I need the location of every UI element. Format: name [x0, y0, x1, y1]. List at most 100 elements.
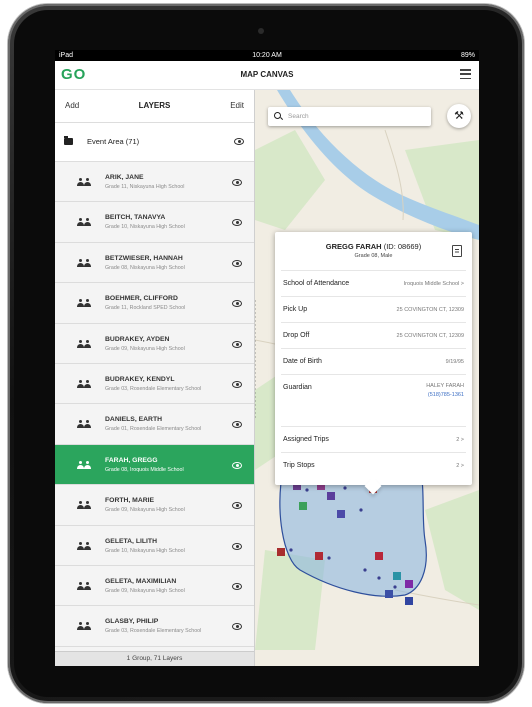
- student-layer-row[interactable]: BETZWIESER, HANNAH Grade 08, Niskayuna Hi…: [55, 242, 254, 284]
- trip-stops-row[interactable]: Trip Stops 2 >: [281, 452, 466, 479]
- dob-label: Date of Birth: [283, 358, 322, 365]
- student-layer-row[interactable]: FORTH, MARIE Grade 09, Niskayuna High Sch…: [55, 485, 254, 526]
- student-layer-row[interactable]: GLASBY, PHILIP Grade 03, Rosendale Elemen…: [55, 606, 254, 647]
- search-input[interactable]: Search: [288, 113, 309, 120]
- group-people-icon: [77, 622, 91, 631]
- visibility-eye-icon[interactable]: [232, 502, 242, 510]
- folder-icon: [64, 136, 73, 145]
- student-row-detail: Grade 01, Rosendale Elementary School: [105, 426, 202, 433]
- map-view[interactable]: Search ⚒ GREGG FARAH (ID: 08669) Grade 0…: [255, 90, 479, 666]
- group-people-icon: [77, 299, 91, 308]
- page-title: MAP CANVAS: [240, 70, 294, 79]
- assigned-trips-label: Assigned Trips: [283, 436, 329, 443]
- group-people-icon: [77, 460, 91, 469]
- visibility-eye-icon[interactable]: [232, 179, 242, 186]
- event-area-label: Event Area (71): [87, 137, 140, 146]
- document-icon[interactable]: [452, 245, 462, 257]
- group-people-icon: [77, 218, 91, 227]
- guardian-name: HALEY FARAH: [426, 383, 464, 389]
- student-row-detail: Grade 11, Rockland SPED School: [105, 305, 186, 312]
- school-label: School of Attendance: [283, 280, 350, 287]
- group-people-icon: [77, 541, 91, 550]
- assigned-trips-value: 2 >: [456, 437, 464, 443]
- student-row-detail: Grade 03, Rosendale Elementary School: [105, 628, 202, 635]
- hamburger-menu-icon[interactable]: [460, 69, 471, 80]
- student-row-detail: Grade 08, Iroquois Middle School: [105, 466, 184, 473]
- app-header: GO MAP CANVAS: [55, 61, 479, 90]
- app-screen: iPad 10:20 AM 89% GO MAP CANVAS Add LAYE…: [55, 50, 479, 666]
- dropoff-value: 25 COVINGTON CT, 12309: [396, 333, 464, 339]
- student-layer-row[interactable]: BOEHMER, CLIFFORD Grade 11, Rockland SPED…: [55, 283, 254, 324]
- visibility-eye-icon[interactable]: [234, 138, 244, 145]
- trip-stops-label: Trip Stops: [283, 462, 315, 469]
- search-bar[interactable]: Search: [268, 107, 431, 126]
- layers-header: Add LAYERS Edit: [55, 90, 254, 123]
- layers-title: LAYERS: [138, 101, 171, 110]
- pickup-value: 25 COVINGTON CT, 12309: [396, 307, 464, 313]
- student-layer-row[interactable]: ARIK, JANE Grade 11, Niskayuna High Schoo…: [55, 162, 254, 203]
- student-row-detail: Grade 09, Niskayuna High School: [105, 345, 185, 352]
- student-layer-row[interactable]: BEITCH, TANAVYA Grade 10, Niskayuna High …: [55, 202, 254, 243]
- student-row-name: FORTH, MARIE: [105, 497, 155, 505]
- student-card-title: GREGG FARAH (ID: 08669): [275, 242, 472, 251]
- group-people-icon: [77, 581, 91, 590]
- dropoff-row: Drop Off 25 COVINGTON CT, 12309: [281, 322, 466, 349]
- event-area-row[interactable]: Event Area (71): [55, 123, 254, 162]
- visibility-eye-icon[interactable]: [232, 623, 242, 631]
- camera-dot: [258, 28, 264, 34]
- student-row-detail: Grade 11, Niskayuna High School: [105, 184, 185, 190]
- group-people-icon: [77, 501, 91, 510]
- group-people-icon: [77, 379, 91, 388]
- status-bar: iPad 10:20 AM 89%: [55, 50, 479, 61]
- student-layer-row[interactable]: BUDRAKEY, AYDEN Grade 09, Niskayuna High …: [55, 323, 254, 364]
- student-row-name: FARAH, GREGG: [105, 456, 158, 464]
- student-name: GREGG FARAH: [325, 242, 382, 251]
- student-row-name: BUDRAKEY, AYDEN: [105, 335, 170, 343]
- visibility-eye-icon[interactable]: [232, 582, 242, 590]
- student-grade: Grade 08, Male: [354, 253, 393, 259]
- student-layer-list: ARIK, JANE Grade 11, Niskayuna High Schoo…: [55, 162, 254, 666]
- clock: 10:20 AM: [252, 52, 282, 59]
- guardian-label: Guardian: [283, 384, 312, 391]
- visibility-eye-icon[interactable]: [232, 219, 242, 227]
- visibility-eye-icon[interactable]: [232, 542, 242, 550]
- student-layer-row[interactable]: DANIELS, EARTH Grade 01, Rosendale Elemen…: [55, 404, 254, 445]
- student-row-name: BEITCH, TANAVYA: [105, 214, 166, 222]
- student-row-detail: Grade 10, Niskayuna High School: [105, 547, 185, 554]
- school-value: Iroquois Middle School >: [403, 281, 464, 287]
- student-row-detail: Grade 08, Niskayuna High School: [105, 264, 185, 271]
- student-row-name: GELETA, MAXIMILIAN: [105, 577, 177, 585]
- student-row-name: BETZWIESER, HANNAH: [105, 254, 183, 262]
- visibility-eye-icon[interactable]: [232, 300, 242, 308]
- trip-stops-value: 2 >: [456, 463, 464, 469]
- guardian-phone[interactable]: (518)785-1361: [428, 392, 464, 398]
- tools-button[interactable]: ⚒: [447, 104, 471, 128]
- student-layer-row[interactable]: FARAH, GREGG Grade 08, Iroquois Middle Sc…: [55, 444, 254, 486]
- group-people-icon: [77, 178, 91, 186]
- visibility-eye-icon[interactable]: [232, 340, 242, 348]
- student-id: (ID: 08669): [383, 242, 422, 251]
- student-layer-row[interactable]: BUDRAKEY, KENDYL Grade 03, Rosendale Elem…: [55, 363, 254, 405]
- student-row-name: DANIELS, EARTH: [105, 416, 163, 424]
- dob-row: Date of Birth 9/19/95: [281, 348, 466, 375]
- visibility-eye-icon[interactable]: [232, 380, 242, 388]
- student-row-detail: Grade 10, Niskayuna High School: [105, 224, 185, 231]
- visibility-eye-icon[interactable]: [232, 421, 242, 429]
- edit-button[interactable]: Edit: [230, 101, 244, 110]
- student-row-name: ARIK, JANE: [105, 174, 144, 181]
- student-row-name: BUDRAKEY, KENDYL: [105, 375, 175, 383]
- student-layer-row[interactable]: GELETA, LILITH Grade 10, Niskayuna High S…: [55, 525, 254, 566]
- group-people-icon: [77, 339, 91, 348]
- battery-indicator: 89%: [460, 52, 475, 59]
- assigned-trips-row[interactable]: Assigned Trips 2 >: [281, 426, 466, 453]
- school-row[interactable]: School of Attendance Iroquois Middle Sch…: [281, 270, 466, 297]
- layers-footer: 1 Group, 71 Layers: [55, 651, 254, 666]
- student-row-detail: Grade 09, Niskayuna High School: [105, 587, 185, 594]
- visibility-eye-icon[interactable]: [232, 259, 242, 267]
- group-people-icon: [77, 258, 91, 267]
- student-row-name: BOEHMER, CLIFFORD: [105, 295, 178, 303]
- group-people-icon: [77, 420, 91, 429]
- student-layer-row[interactable]: GELETA, MAXIMILIAN Grade 09, Niskayuna Hi…: [55, 565, 254, 607]
- student-row-name: GLASBY, PHILIP: [105, 618, 159, 626]
- visibility-eye-icon[interactable]: [232, 461, 242, 469]
